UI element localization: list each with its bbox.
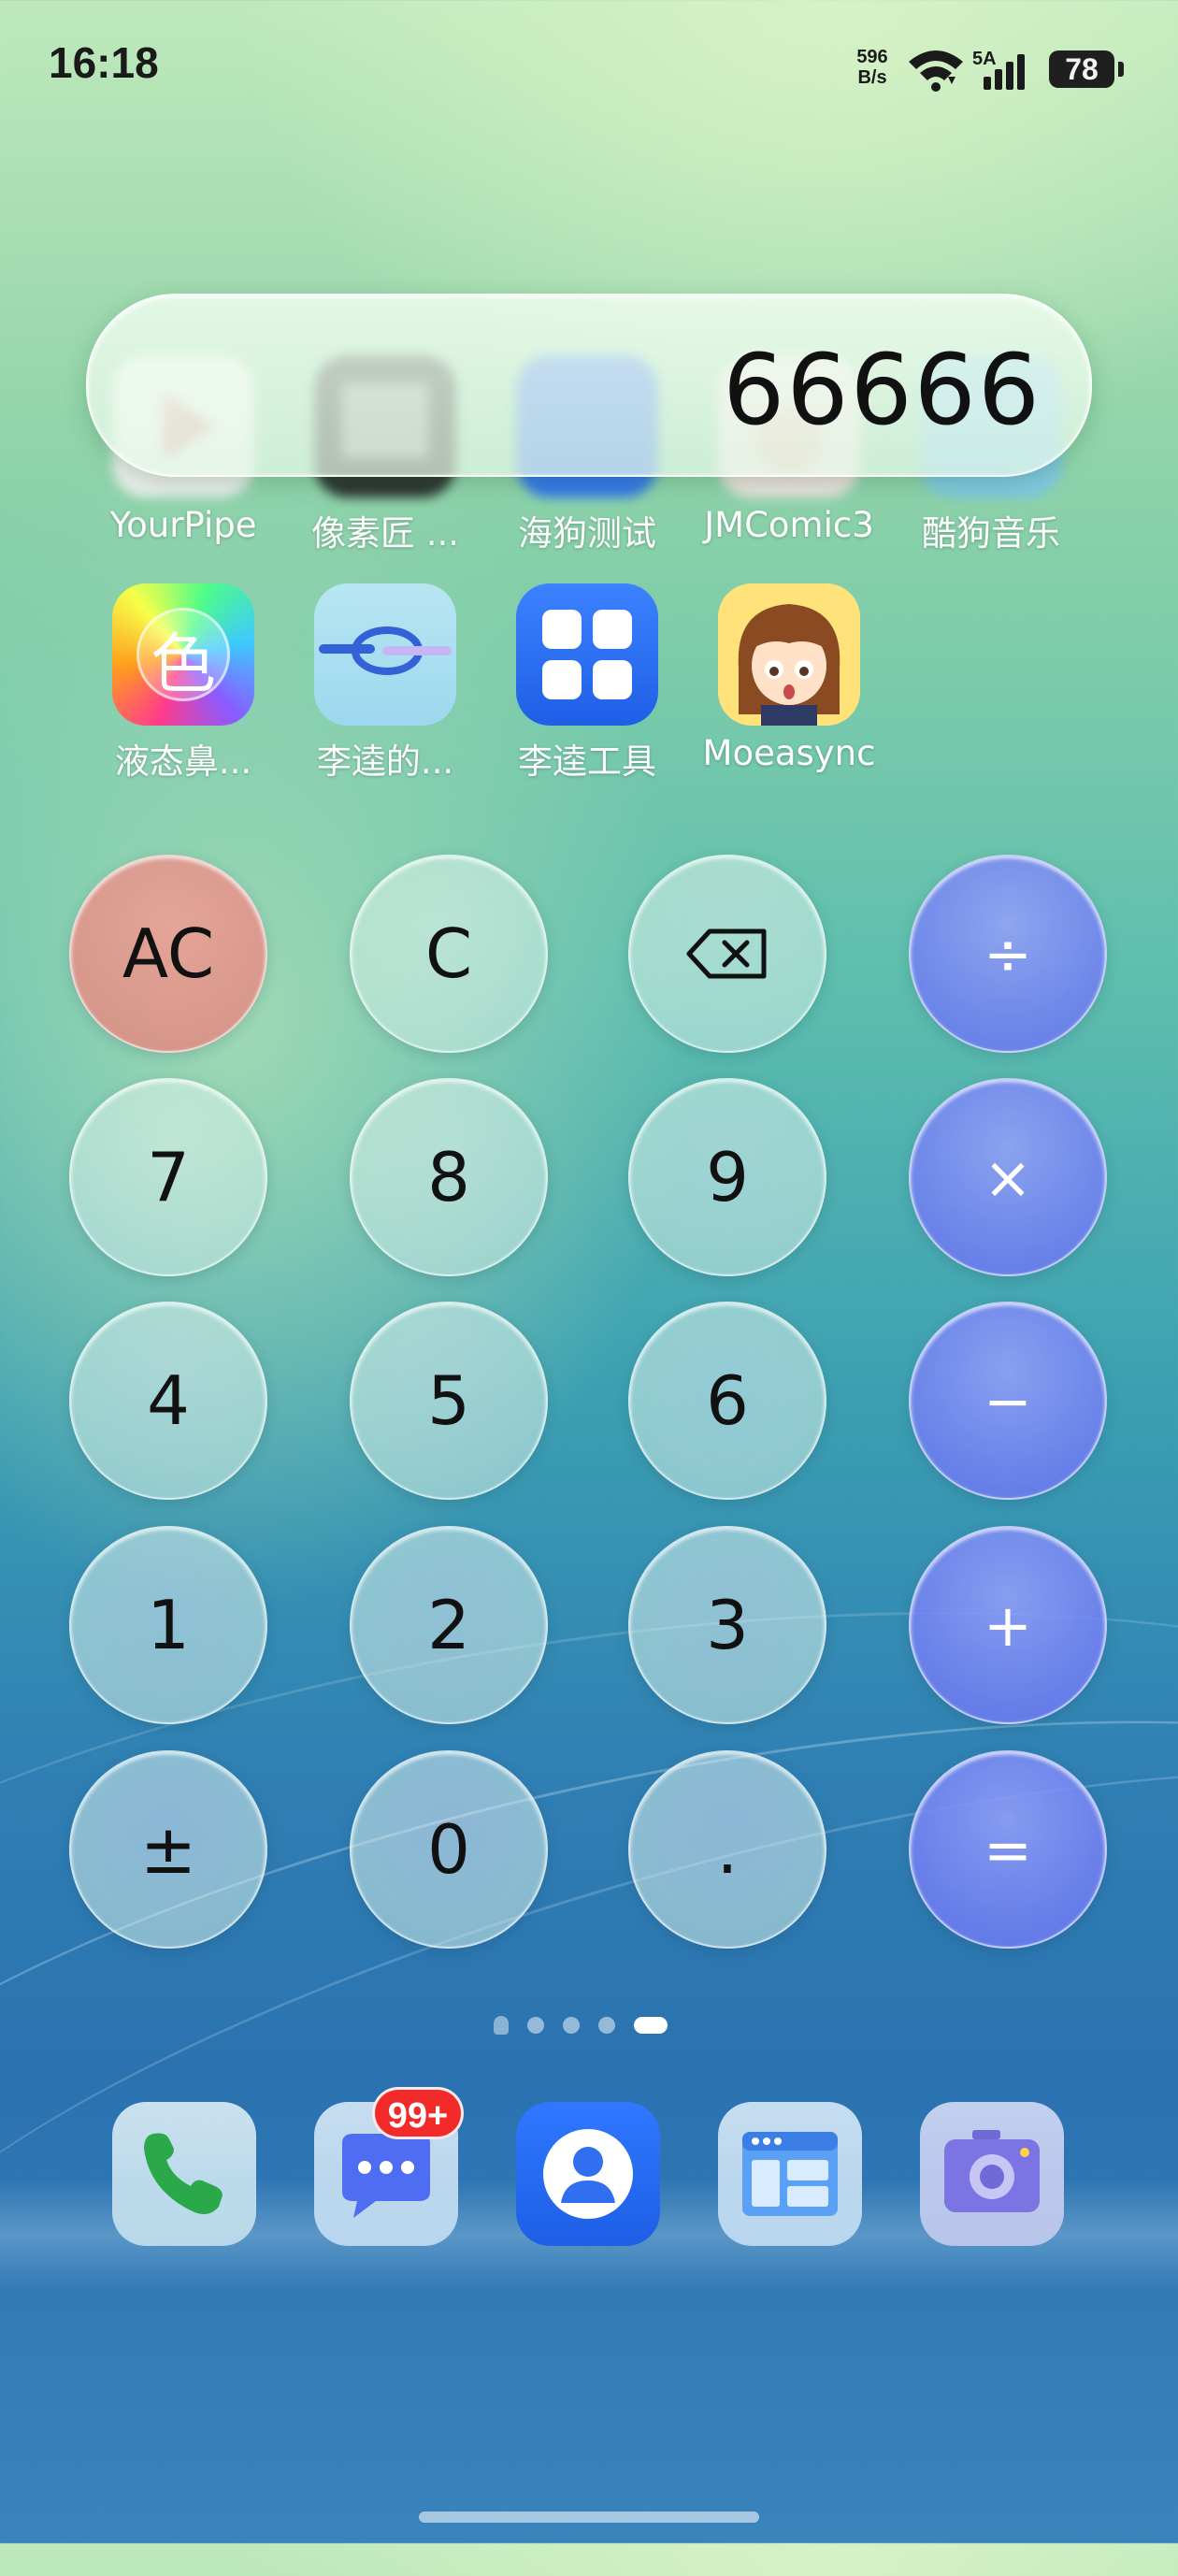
- browser-icon: [742, 2132, 838, 2216]
- app-label: 海狗测试: [518, 513, 656, 554]
- dock-contacts[interactable]: [516, 2102, 660, 2246]
- calculator-value: 66666: [723, 333, 1042, 447]
- digit-5-button[interactable]: 5: [350, 1302, 548, 1500]
- decimal-button[interactable]: .: [628, 1750, 826, 1949]
- app-label: 李逵的...: [316, 741, 454, 782]
- minus-button[interactable]: −: [909, 1302, 1107, 1500]
- digit-3-button[interactable]: 3: [628, 1526, 826, 1724]
- all-clear-button[interactable]: AC: [69, 855, 267, 1053]
- calculator-display: 66666: [86, 294, 1092, 477]
- wifi-icon: [909, 50, 963, 92]
- digit-0-button[interactable]: 0: [350, 1750, 548, 1949]
- app-label: 李逵工具: [518, 741, 656, 782]
- page-dot[interactable]: [598, 2017, 615, 2034]
- digit-6-button[interactable]: 6: [628, 1302, 826, 1500]
- app-label: 像素匠 ...: [310, 513, 460, 554]
- digit-2-button[interactable]: 2: [350, 1526, 548, 1724]
- home-indicator[interactable]: [419, 2511, 759, 2523]
- digit-4-button[interactable]: 4: [69, 1302, 267, 1500]
- network-speed-value: 596: [856, 47, 888, 67]
- backspace-button[interactable]: [628, 855, 826, 1053]
- app-label: Moeasync: [702, 733, 876, 773]
- contacts-icon: [543, 2129, 633, 2219]
- divide-button[interactable]: ÷: [909, 855, 1107, 1053]
- digit-8-button[interactable]: 8: [350, 1078, 548, 1276]
- app-label: JMComic3: [704, 505, 874, 545]
- dock-browser[interactable]: [718, 2102, 862, 2246]
- multiply-button[interactable]: ×: [909, 1078, 1107, 1276]
- backspace-icon: [686, 928, 767, 979]
- cell-signal-icon: [984, 54, 1025, 90]
- page-dot-active[interactable]: [634, 2017, 668, 2034]
- color-palette-icon: 色: [112, 583, 254, 726]
- glasses-icon: [314, 583, 456, 726]
- digit-1-button[interactable]: 1: [69, 1526, 267, 1724]
- page-dot[interactable]: [527, 2017, 544, 2034]
- app-moeasync[interactable]: Moeasync: [688, 583, 890, 773]
- grid-app-icon: [516, 583, 658, 726]
- dock-phone[interactable]: [112, 2102, 256, 2246]
- app-label: 液态鼻...: [114, 741, 252, 782]
- plus-button[interactable]: +: [909, 1526, 1107, 1724]
- app-label: YourPipe: [109, 505, 257, 545]
- app-liquid[interactable]: 色 液态鼻...: [82, 583, 284, 784]
- battery-tip: [1118, 62, 1124, 77]
- digit-9-button[interactable]: 9: [628, 1078, 826, 1276]
- app-icon-glyph: 色: [151, 626, 216, 702]
- app-likui-tools[interactable]: 李逵工具: [486, 583, 688, 784]
- page-dot-hint[interactable]: [494, 2016, 509, 2035]
- plus-minus-button[interactable]: ±: [69, 1750, 267, 1949]
- clear-button[interactable]: C: [350, 855, 548, 1053]
- status-bar: 16:18 596 B/s 5A 78: [0, 0, 1178, 140]
- page-indicator[interactable]: [494, 2014, 668, 2036]
- page-dot[interactable]: [563, 2017, 580, 2034]
- network-speed: 596 B/s: [849, 47, 896, 88]
- battery-indicator: 78: [1049, 50, 1114, 88]
- status-time: 16:18: [49, 38, 159, 87]
- app-likui[interactable]: 李逵的...: [284, 583, 486, 784]
- unread-badge: 99+: [372, 2087, 464, 2139]
- dock-messages[interactable]: 99+: [314, 2087, 464, 2246]
- anime-girl-icon: [718, 583, 860, 726]
- equals-button[interactable]: =: [909, 1750, 1107, 1949]
- app-label: 酷狗音乐: [922, 513, 1060, 554]
- digit-7-button[interactable]: 7: [69, 1078, 267, 1276]
- phone-icon: [144, 2133, 223, 2214]
- network-speed-unit: B/s: [857, 67, 887, 88]
- dock-camera[interactable]: [920, 2102, 1064, 2246]
- camera-icon: [944, 2130, 1040, 2212]
